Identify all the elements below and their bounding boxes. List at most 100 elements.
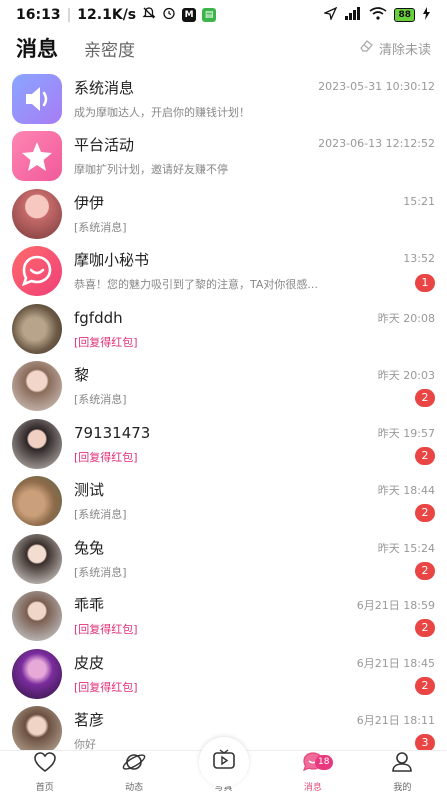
alarm-icon: [162, 6, 176, 24]
message-preview: [系统消息]: [74, 393, 127, 407]
message-time: 昨天 19:57: [377, 426, 435, 440]
conversation-content: 茗彦 你好 6月21日 18:11 3: [74, 706, 435, 750]
conversation-content: 平台活动 摩咖扩列计划，邀请好友赚不停 2023-06-13 12:12:52: [74, 131, 435, 181]
conversation-list: 系统消息 成为摩咖达人，开启你的赚钱计划！ 2023-05-31 10:30:12 平…: [0, 70, 447, 750]
message-time: 昨天 18:44: [377, 484, 435, 498]
tab-mine[interactable]: 我的: [358, 751, 447, 797]
header: 消息 亲密度 清除未读: [0, 30, 447, 66]
avatar[interactable]: [12, 591, 62, 642]
conversation-row[interactable]: 摩咖小秘书恭喜！您的魅力吸引到了黎的注意，TA对你很感... 13:52 1: [0, 243, 447, 301]
conversation-content: 系统消息 成为摩咖达人，开启你的赚钱计划！ 2023-05-31 10:30:12: [74, 74, 435, 124]
tab-photo[interactable]: 写真: [179, 737, 268, 797]
tab-feed-label: 动态: [125, 783, 144, 793]
unread-badge: 2: [415, 676, 435, 695]
unread-badge: 2: [415, 446, 435, 465]
conversation-content: 79131473 [回复得红包] 昨天 19:57 2: [74, 419, 435, 469]
conversation-content: 兔兔 [系统消息] 昨天 15:24 2: [74, 534, 435, 584]
message-time: 15:21: [403, 194, 435, 208]
star-icon[interactable]: [12, 131, 62, 182]
unread-badge: 2: [415, 561, 435, 580]
status-bar: 16:13 | 12.1K/s M ▤ 88: [0, 0, 447, 30]
m-app-icon: M: [182, 8, 197, 22]
conversation-row[interactable]: 乖乖 [回复得红包] 6月21日 18:59 2: [0, 588, 447, 646]
conversation-row[interactable]: 伊伊 [系统消息] 15:21: [0, 185, 447, 243]
conversation-content: 摩咖小秘书恭喜！您的魅力吸引到了黎的注意，TA对你很感... 13:52 1: [74, 246, 435, 296]
conversation-content: 伊伊 [系统消息] 15:21: [74, 189, 435, 239]
conversation-content: 乖乖 [回复得红包] 6月21日 18:59 2: [74, 591, 435, 641]
message-preview: [回复得红包]: [74, 623, 138, 637]
clear-unread-button[interactable]: 清除未读: [359, 38, 431, 58]
avatar[interactable]: [12, 706, 62, 750]
message-preview: 恭喜！您的魅力吸引到了黎的注意，TA对你很感...: [74, 278, 318, 292]
avatar[interactable]: [12, 533, 62, 584]
avatar[interactable]: [12, 648, 62, 699]
video-button[interactable]: [198, 737, 249, 787]
message-preview: [回复得红包]: [74, 680, 138, 694]
message-preview: [系统消息]: [74, 220, 127, 234]
mute-icon: [142, 6, 156, 24]
tab-mine-label: 我的: [393, 783, 412, 793]
message-preview: [回复得红包]: [74, 450, 138, 464]
status-time: 16:13: [16, 7, 61, 23]
message-time: 2023-05-31 10:30:12: [318, 79, 435, 93]
conversation-row[interactable]: 黎 [系统消息] 昨天 20:03 2: [0, 358, 447, 416]
conversation-content: 皮皮 [回复得红包] 6月21日 18:45 2: [74, 649, 435, 699]
message-time: 13:52: [403, 252, 435, 266]
signal-icon: [344, 7, 362, 23]
conversation-row[interactable]: 平台活动 摩咖扩列计划，邀请好友赚不停 2023-06-13 12:12:52: [0, 128, 447, 186]
conversation-row[interactable]: 兔兔 [系统消息] 昨天 15:24 2: [0, 530, 447, 588]
message-preview: [回复得红包]: [74, 335, 138, 349]
message-time: 2023-06-13 12:12:52: [318, 137, 435, 151]
bottom-tab-bar: 首页 动态 写真 18 消息 我的: [0, 737, 447, 797]
conversation-row[interactable]: 79131473 [回复得红包] 昨天 19:57 2: [0, 415, 447, 473]
unread-badge: 1: [415, 274, 435, 293]
message-time: 昨天 20:03: [377, 369, 435, 383]
message-time: 昨天 15:24: [377, 541, 435, 555]
conversation-row[interactable]: fgfddh [回复得红包] 昨天 20:08: [0, 300, 447, 358]
heart-icon: [32, 749, 58, 780]
conversation-row[interactable]: 测试 [系统消息] 昨天 18:44 2: [0, 473, 447, 531]
message-time: 昨天 20:08: [377, 311, 435, 325]
charging-icon: [422, 7, 431, 23]
message-preview: [系统消息]: [74, 508, 127, 522]
message-preview: 摩咖扩列计划，邀请好友赚不停: [74, 163, 228, 177]
tab-home-label: 首页: [35, 783, 54, 793]
tab-feed[interactable]: 动态: [89, 751, 178, 797]
conversation-content: fgfddh [回复得红包] 昨天 20:08: [74, 304, 435, 354]
clear-unread-label: 清除未读: [378, 42, 431, 58]
network-speed: 12.1K/s: [77, 7, 137, 23]
assistant-chat-icon[interactable]: [12, 246, 62, 297]
conversation-content: 测试 [系统消息] 昨天 18:44 2: [74, 476, 435, 526]
message-time: 6月21日 18:59: [356, 599, 435, 613]
tab-messages-label: 消息: [303, 783, 322, 793]
tab-home[interactable]: 首页: [0, 751, 89, 797]
conversation-row[interactable]: 皮皮 [回复得红包] 6月21日 18:45 2: [0, 645, 447, 703]
speaker-icon[interactable]: [12, 73, 62, 124]
unread-badge: 2: [415, 619, 435, 638]
contact-name: 摩咖小秘书: [74, 251, 150, 270]
unread-badge: 2: [415, 504, 435, 523]
unread-badge: 2: [415, 389, 435, 408]
messages-count-badge: 18: [314, 755, 333, 770]
tab-messages[interactable]: 消息: [16, 33, 58, 63]
message-preview: 成为摩咖达人，开启你的赚钱计划！: [74, 105, 250, 119]
conversation-content: 黎 [系统消息] 昨天 20:03 2: [74, 361, 435, 411]
planet-icon: [121, 749, 147, 780]
avatar[interactable]: [12, 476, 62, 527]
tv-play-icon: [211, 747, 237, 778]
conversation-row[interactable]: 系统消息 成为摩咖达人，开启你的赚钱计划！ 2023-05-31 10:30:12: [0, 70, 447, 128]
avatar[interactable]: [12, 361, 62, 412]
user-icon: [389, 749, 415, 780]
tab-intimacy[interactable]: 亲密度: [84, 36, 135, 61]
unread-badge: 3: [415, 734, 435, 750]
message-time: 6月21日 18:45: [356, 656, 435, 670]
message-preview: [系统消息]: [74, 565, 127, 579]
avatar[interactable]: [12, 418, 62, 469]
tab-messages-bottom[interactable]: 18 消息: [268, 751, 357, 797]
green-app-icon: ▤: [202, 8, 217, 22]
wifi-icon: [369, 7, 387, 23]
avatar[interactable]: [12, 188, 62, 239]
avatar[interactable]: [12, 303, 62, 354]
contact-name: 伊伊: [74, 193, 105, 212]
message-time: 6月21日 18:11: [356, 714, 435, 728]
